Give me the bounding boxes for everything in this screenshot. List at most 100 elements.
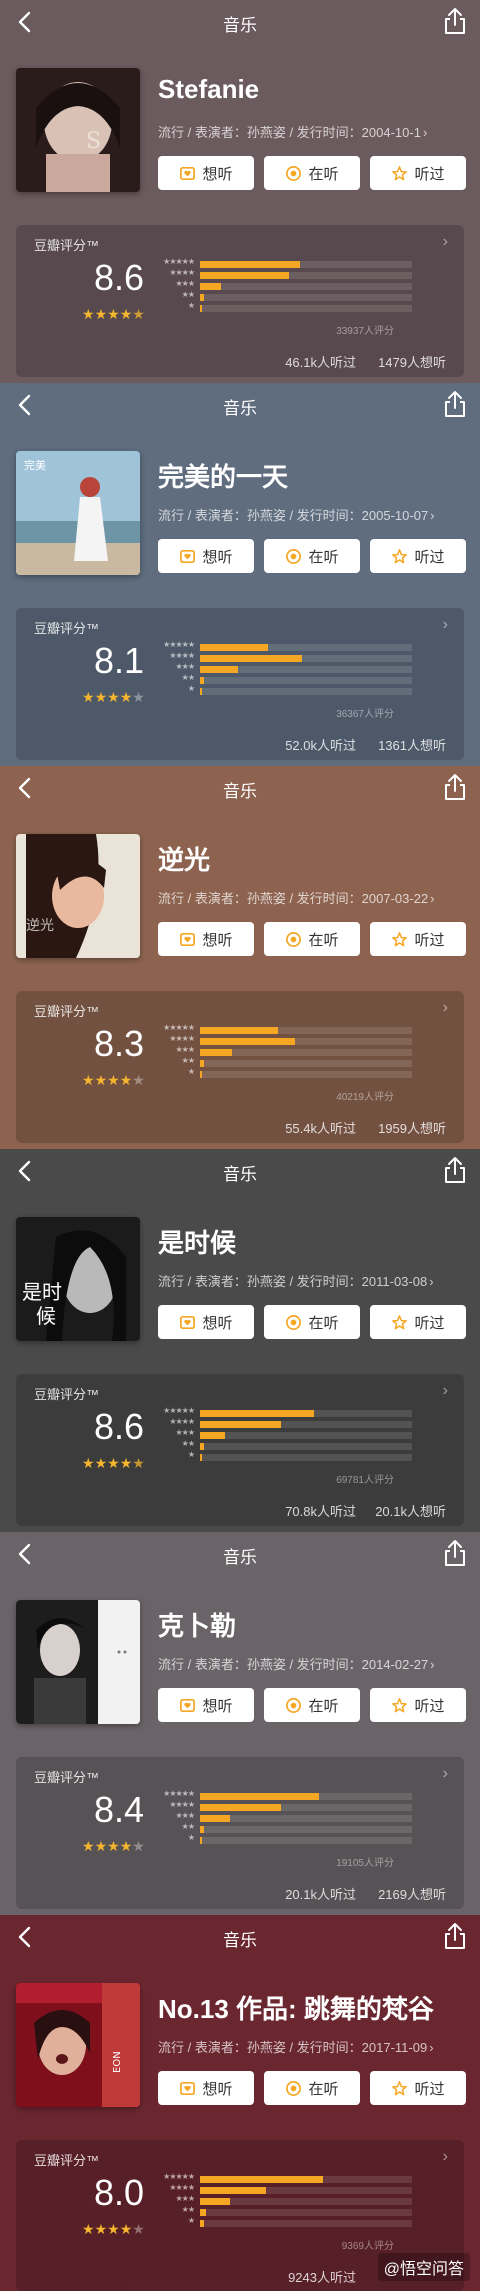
heard-button[interactable]: 听过: [370, 922, 466, 956]
rating-bar-row: ★: [166, 1067, 416, 1079]
rating-card[interactable]: 豆瓣评分™ › 8.4 ★★★★★ ★★★★★ ★★★★ ★★★ ★★ ★ 19105人…: [16, 1757, 464, 1909]
dot-circle-icon: [286, 165, 302, 181]
wanted-count: 1361人想听: [378, 738, 446, 753]
album-info: S Stefanie 流行 / 表演者：孙燕姿 / 发行时间：2004-10-1…: [0, 44, 480, 192]
album-cover[interactable]: S: [16, 68, 140, 192]
share-icon[interactable]: [442, 6, 468, 36]
chevron-right-icon: ›: [442, 233, 448, 250]
rating-bar-fill: [200, 1454, 202, 1461]
rating-card[interactable]: 豆瓣评分™ › 8.6 ★★★★★ ★★★★★ ★★★★ ★★★ ★★ ★ 33937人…: [16, 225, 464, 377]
rating-bar-track: [200, 677, 412, 684]
rating-bar-stars: ★★★★: [169, 1034, 195, 1043]
listened-count: 9243人听过: [288, 2270, 356, 2285]
rating-bar-fill: [200, 1443, 204, 1450]
chevron-right-icon: ›: [442, 1765, 448, 1782]
rating-card[interactable]: 豆瓣评分™ › 8.6 ★★★★★ ★★★★★ ★★★★ ★★★ ★★ ★ 69781人…: [16, 1374, 464, 1526]
album-cover[interactable]: [16, 1600, 140, 1724]
rating-bar-row: ★★★: [166, 662, 416, 674]
album-info: 克卜勒 流行 / 表演者：孙燕姿 / 发行时间：2014-02-27 › 想听 在…: [0, 1576, 480, 1724]
rating-bar-stars: ★★★: [175, 1811, 194, 1820]
share-icon[interactable]: [442, 772, 468, 802]
rating-bar-track: [200, 2187, 412, 2194]
album-title: 是时候: [158, 1228, 237, 1258]
album-cover[interactable]: 是时候: [16, 1217, 140, 1341]
album-info: 是时候 是时候 流行 / 表演者：孙燕姿 / 发行时间：2011-03-08 › …: [0, 1193, 480, 1341]
listening-button[interactable]: 在听: [264, 2071, 360, 2105]
want-button[interactable]: 想听: [158, 156, 254, 190]
rating-bar-fill: [200, 2220, 204, 2227]
listening-button[interactable]: 在听: [264, 156, 360, 190]
heard-button[interactable]: 听过: [370, 156, 466, 190]
rating-bar-row: ★★: [166, 673, 416, 685]
want-button[interactable]: 想听: [158, 539, 254, 573]
rating-count: 36367人评分: [336, 709, 394, 720]
wanted-count: 2169人想听: [378, 1887, 446, 1902]
rating-card[interactable]: 豆瓣评分™ › 8.3 ★★★★★ ★★★★★ ★★★★ ★★★ ★★ ★ 40219人…: [16, 991, 464, 1143]
album-cover[interactable]: 逆光: [16, 834, 140, 958]
rating-bar-stars: ★★: [181, 1439, 195, 1448]
rating-distribution: ★★★★★ ★★★★ ★★★ ★★ ★: [163, 1023, 416, 1080]
rating-bar-row: ★: [166, 2216, 416, 2228]
share-icon[interactable]: [442, 1538, 468, 1568]
rating-bar-row: ★★★: [166, 279, 416, 291]
share-icon[interactable]: [442, 389, 468, 419]
share-icon[interactable]: [442, 1921, 468, 1951]
rating-count: 40219人评分: [336, 1092, 394, 1103]
share-icon[interactable]: [442, 1155, 468, 1185]
wanted-count: 20.1k人想听: [375, 1504, 446, 1519]
rating-bar-fill: [200, 1793, 319, 1800]
rating-bar-stars: ★★★★: [169, 268, 195, 277]
rating-bar-stars: ★: [187, 1833, 195, 1842]
rating-bar-stars: ★: [187, 1450, 195, 1459]
star-icon: ★: [132, 2221, 145, 2237]
rating-bar-fill: [200, 644, 268, 651]
listening-button[interactable]: 在听: [264, 539, 360, 573]
rating-card[interactable]: 豆瓣评分™ › 8.1 ★★★★★ ★★★★★ ★★★★ ★★★ ★★ ★ 36367人…: [16, 608, 464, 760]
album-cover[interactable]: EON: [16, 1983, 140, 2107]
want-button[interactable]: 想听: [158, 1688, 254, 1722]
listening-button[interactable]: 在听: [264, 1688, 360, 1722]
rating-bar-track: [200, 655, 412, 662]
rating-bar-row: ★★★★★: [163, 2172, 416, 2184]
album-cover[interactable]: 完美: [16, 451, 140, 575]
heard-button[interactable]: 听过: [370, 1688, 466, 1722]
album-meta[interactable]: 流行 / 表演者：孙燕姿 / 发行时间：2004-10-1 ›: [158, 122, 427, 141]
album-meta[interactable]: 流行 / 表演者：孙燕姿 / 发行时间：2014-02-27 ›: [158, 1654, 435, 1673]
rating-stars: ★★★★★: [82, 306, 145, 323]
rating-bar-stars: ★★★: [175, 662, 194, 671]
heard-button[interactable]: 听过: [370, 2071, 466, 2105]
heard-button[interactable]: 听过: [370, 539, 466, 573]
album-panel: 音乐 完美 完美的一天 流行 / 表演者：孙燕姿 / 发行时间：2005-10-…: [0, 383, 480, 766]
rating-bar-track: [200, 1793, 412, 1800]
rating-bar-stars: ★★★★: [169, 1417, 195, 1426]
rating-bar-row: ★★★★: [166, 2183, 416, 2195]
star-outline-icon: [392, 165, 408, 180]
listening-button[interactable]: 在听: [264, 1305, 360, 1339]
nav-title: 音乐: [223, 782, 257, 801]
rating-label: 豆瓣评分™: [34, 2153, 100, 2168]
rating-bar-stars: ★★★★★: [163, 1789, 195, 1798]
rating-bar-row: ★★★★: [166, 268, 416, 280]
album-meta[interactable]: 流行 / 表演者：孙燕姿 / 发行时间：2005-10-07 ›: [158, 505, 435, 524]
listening-button[interactable]: 在听: [264, 922, 360, 956]
rating-bar-fill: [200, 1049, 232, 1056]
heard-button[interactable]: 听过: [370, 1305, 466, 1339]
dot-circle-icon: [286, 2080, 302, 2096]
want-button[interactable]: 想听: [158, 1305, 254, 1339]
rating-bar-row: ★★★★★: [163, 1789, 416, 1801]
album-pages: 音乐 S Stefanie 流行 / 表演者：孙燕姿 / 发行时间：2004-1…: [0, 0, 480, 2291]
rating-label: 豆瓣评分™: [34, 621, 100, 636]
rating-bar-row: ★: [166, 1450, 416, 1462]
wanted-count: 1959人想听: [378, 1121, 446, 1136]
rating-bar-stars: ★★★★: [169, 651, 195, 660]
nav-bar: 音乐: [0, 383, 480, 427]
album-meta[interactable]: 流行 / 表演者：孙燕姿 / 发行时间：2011-03-08 ›: [158, 1271, 434, 1290]
want-button[interactable]: 想听: [158, 2071, 254, 2105]
dot-circle-icon: [286, 1697, 302, 1713]
rating-score: 8.6: [94, 257, 145, 298]
want-button[interactable]: 想听: [158, 922, 254, 956]
album-meta[interactable]: 流行 / 表演者：孙燕姿 / 发行时间：2017-11-09 ›: [158, 2037, 434, 2056]
rating-bar-row: ★★★: [166, 2194, 416, 2206]
album-meta[interactable]: 流行 / 表演者：孙燕姿 / 发行时间：2007-03-22 ›: [158, 888, 435, 907]
star-icon: ★: [94, 1072, 108, 1088]
